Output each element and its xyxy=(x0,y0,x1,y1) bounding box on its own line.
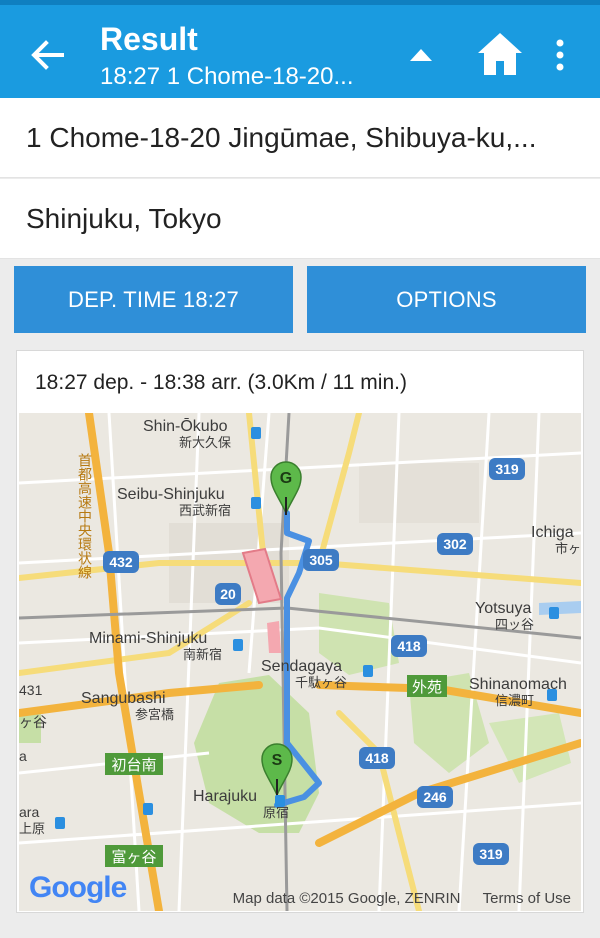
svg-text:ara: ara xyxy=(19,804,39,820)
svg-text:千駄ヶ谷: 千駄ヶ谷 xyxy=(295,675,347,690)
svg-text:新大久保: 新大久保 xyxy=(179,435,231,450)
shield-418-low: 418 xyxy=(359,747,395,769)
terms-of-use-link[interactable]: Terms of Use xyxy=(483,890,571,907)
label-hatsudai: 初台南 xyxy=(111,757,156,774)
origin-field[interactable]: 1 Chome-18-20 Jingūmae, Shibuya-ku,... xyxy=(0,98,600,178)
shield-319-bottom: 319 xyxy=(473,843,509,865)
svg-text:418: 418 xyxy=(397,638,421,654)
shield-432: 432 xyxy=(103,551,139,573)
back-arrow-icon[interactable] xyxy=(28,35,68,75)
shield-20: 20 xyxy=(215,583,241,605)
shield-246: 246 xyxy=(417,786,453,808)
collapse-caret-icon[interactable] xyxy=(408,45,434,63)
map-canvas: 319 432 305 302 20 418 418 246 319 Shin-… xyxy=(19,413,581,911)
destination-field[interactable]: Shinjuku, Tokyo xyxy=(0,179,600,259)
map-attribution: Map data ©2015 Google, ZENRIN Terms of U… xyxy=(232,890,571,907)
page-title: Result xyxy=(100,21,198,57)
page-subtitle: 18:27 1 Chome-18-20... xyxy=(100,63,354,90)
home-icon[interactable] xyxy=(476,31,524,77)
svg-text:305: 305 xyxy=(309,552,333,568)
svg-text:上原: 上原 xyxy=(19,821,45,836)
svg-text:市ヶ: 市ヶ xyxy=(555,541,581,556)
label-shin-okubo: Shin-Ōkubo xyxy=(143,417,228,435)
svg-text:ヶ谷: ヶ谷 xyxy=(19,714,47,730)
svg-text:431: 431 xyxy=(19,682,43,698)
route-summary: 18:27 dep. - 18:38 arr. (3.0Km / 11 min.… xyxy=(35,371,407,394)
svg-text:G: G xyxy=(280,470,292,487)
route-result-card[interactable]: 18:27 dep. - 18:38 arr. (3.0Km / 11 min.… xyxy=(16,350,584,913)
label-sendagaya: Sendagaya xyxy=(261,658,342,675)
label-tomigaya: 富ヶ谷 xyxy=(111,848,156,866)
svg-text:432: 432 xyxy=(109,554,133,570)
svg-text:首都高速中央環状線: 首都高速中央環状線 xyxy=(77,453,93,579)
google-logo: Google xyxy=(29,871,127,904)
svg-text:原宿: 原宿 xyxy=(263,805,289,820)
label-gaien: 外苑 xyxy=(412,679,442,696)
options-button[interactable]: OPTIONS xyxy=(307,266,586,333)
svg-text:20: 20 xyxy=(220,586,236,602)
svg-text:参宮橋: 参宮橋 xyxy=(135,707,174,722)
svg-text:246: 246 xyxy=(423,789,447,805)
departure-time-button[interactable]: DEP. TIME 18:27 xyxy=(14,266,293,333)
label-seibu-shinjuku: Seibu-Shinjuku xyxy=(117,486,225,503)
shield-305: 305 xyxy=(303,549,339,571)
more-vertical-icon[interactable] xyxy=(548,35,572,75)
svg-text:S: S xyxy=(272,752,283,769)
label-expressway: 首都高速中央環状線 xyxy=(77,453,93,579)
svg-text:西武新宿: 西武新宿 xyxy=(179,503,231,518)
label-harajuku: Harajuku xyxy=(193,788,257,805)
app-bar: Result 18:27 1 Chome-18-20... xyxy=(0,0,600,98)
label-minami-shinjuku: Minami-Shinjuku xyxy=(89,630,207,647)
route-map[interactable]: 319 432 305 302 20 418 418 246 319 Shin-… xyxy=(19,413,581,911)
svg-text:319: 319 xyxy=(479,846,503,862)
svg-text:418: 418 xyxy=(365,750,389,766)
svg-text:a: a xyxy=(19,748,27,764)
shield-302: 302 xyxy=(437,533,473,555)
svg-text:302: 302 xyxy=(443,536,467,552)
label-sangubashi: Sangubashi xyxy=(81,690,166,707)
svg-text:信濃町: 信濃町 xyxy=(495,693,534,708)
label-yotsuya: Yotsuya xyxy=(475,600,531,617)
svg-text:319: 319 xyxy=(495,461,519,477)
svg-text:四ッ谷: 四ッ谷 xyxy=(495,617,534,632)
svg-text:南新宿: 南新宿 xyxy=(183,647,222,662)
shield-418-right: 418 xyxy=(391,635,427,657)
label-ichigaya: Ichiga xyxy=(531,524,574,541)
shield-319-top: 319 xyxy=(489,458,525,480)
